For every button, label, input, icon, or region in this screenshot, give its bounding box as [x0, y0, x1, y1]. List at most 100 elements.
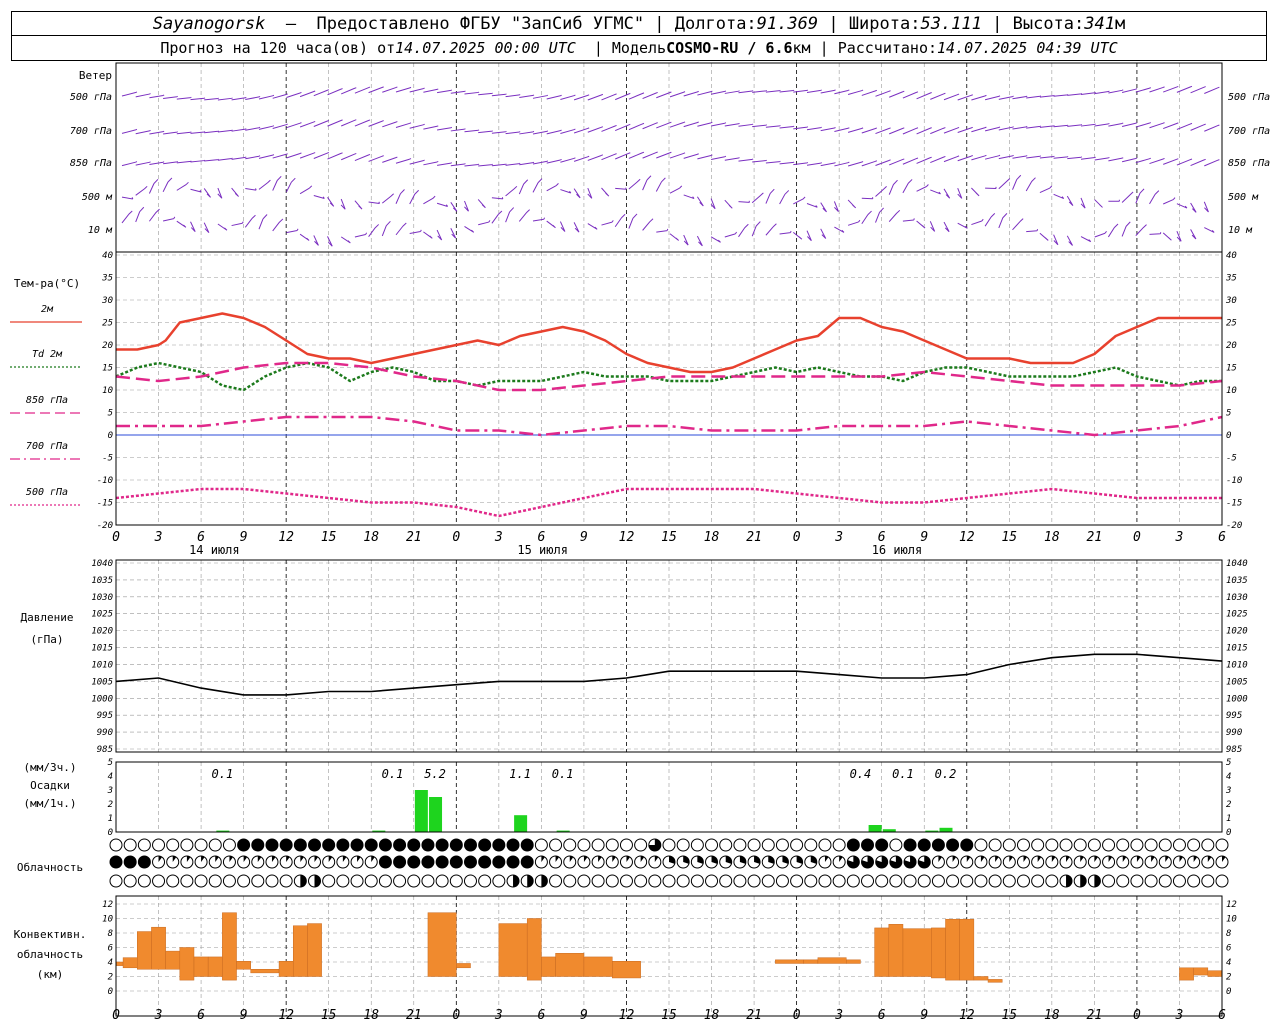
wind-barb — [587, 187, 593, 199]
wind-barb — [176, 96, 192, 100]
wind-barb — [779, 161, 795, 165]
wind-barb — [765, 160, 781, 164]
convective-bar — [278, 961, 294, 977]
cloud-symbol-fill — [300, 875, 307, 887]
wind-barb — [820, 228, 827, 239]
wind-barb — [1053, 193, 1065, 200]
wind-barb — [834, 89, 850, 95]
x-tick-label: 15 — [1001, 530, 1017, 545]
cloud-symbol — [378, 874, 392, 888]
wind-barb — [820, 89, 836, 94]
precip-bar — [939, 827, 953, 832]
x-tick-label: 3 — [834, 530, 843, 545]
convective-bar — [1193, 967, 1209, 976]
x-tick-label: 3 — [154, 530, 163, 545]
y-tick-label-right: 0 — [1226, 431, 1231, 441]
wind-barb — [135, 185, 148, 196]
cloud-symbol — [549, 838, 563, 852]
wind-barb — [1204, 159, 1220, 167]
cloud-symbol — [591, 874, 605, 888]
wind-barb — [587, 93, 604, 101]
wind-barb — [971, 126, 987, 133]
cloud-symbol — [761, 838, 775, 852]
wind-barb — [1190, 158, 1206, 167]
cloud-symbol — [818, 874, 832, 888]
wind-barb — [738, 223, 749, 238]
cloud-symbol-fill — [960, 839, 973, 851]
cloud-symbol — [1144, 874, 1158, 888]
cloud-symbol — [619, 838, 633, 852]
wind-barb — [985, 186, 997, 189]
wind-barb — [423, 125, 439, 130]
y-tick-label-left: 995 — [97, 711, 113, 721]
wind-barb — [505, 131, 521, 135]
cloud-symbol — [534, 838, 548, 852]
cloud-symbol-fill — [393, 839, 406, 851]
legend-label: 700 гПа — [26, 441, 68, 452]
wind-barb — [491, 210, 503, 224]
x-tick-label: 9 — [580, 530, 588, 545]
cloud-symbol — [435, 874, 449, 888]
convective-bar — [122, 957, 138, 969]
cloud-symbol — [1215, 874, 1229, 888]
convective-bar — [307, 923, 322, 977]
wind-barb — [573, 155, 590, 162]
wind-barb — [231, 187, 239, 197]
wind-barb — [1149, 232, 1162, 235]
cloud-symbol — [1130, 874, 1144, 888]
cloud-symbol — [1073, 838, 1087, 852]
cloud-symbol — [761, 874, 775, 888]
wind-barb — [738, 123, 754, 127]
wind-barb — [368, 224, 380, 237]
wind-barb — [847, 89, 864, 96]
wind-barb — [957, 188, 963, 199]
wind-barb — [272, 218, 284, 232]
wind-barb — [888, 179, 898, 195]
cloud-symbol — [974, 874, 988, 888]
wind-barb — [573, 188, 581, 199]
wind-barb — [628, 151, 645, 159]
wind-barb — [354, 119, 371, 127]
wind-barb — [204, 97, 220, 101]
wind-barb — [368, 86, 384, 94]
cloud-symbol-fill — [436, 839, 449, 851]
wind-barb — [491, 130, 507, 134]
wind-barb — [930, 92, 946, 100]
y-tick-label-left: 1000 — [91, 694, 113, 704]
precip-total-label: 0.4 — [850, 767, 872, 781]
convective-bar — [1207, 970, 1223, 977]
cloud-symbol-fill — [436, 856, 449, 868]
wind-barb — [1108, 157, 1124, 162]
wind-barb — [943, 221, 950, 233]
wind-level-label-right: 700 гПа — [1228, 126, 1270, 137]
cloud-symbol — [690, 874, 704, 888]
wind-barb — [696, 235, 703, 247]
cloud-symbol — [648, 874, 662, 888]
wind-barb — [203, 188, 211, 198]
cloud-symbol — [364, 874, 378, 888]
y-tick-label-left: 4 — [108, 772, 113, 782]
wind-barb — [628, 92, 645, 100]
wind-barb — [1026, 155, 1042, 159]
convective-bar — [959, 918, 975, 981]
wind-barb — [984, 154, 1001, 160]
wind-barb — [176, 181, 189, 191]
x-tick-label: 18 — [1044, 530, 1060, 545]
wind-barb — [409, 123, 425, 129]
y-tick-label-right: 1035 — [1226, 576, 1248, 586]
wind-barb — [751, 221, 761, 237]
cloud-symbol — [1130, 838, 1144, 852]
wind-barb — [450, 90, 466, 94]
wind-barb — [628, 178, 641, 190]
wind-barb — [984, 213, 996, 227]
wind-barb — [806, 203, 818, 208]
wind-barb — [163, 95, 178, 100]
y-tick-label-right: 5 — [1226, 758, 1231, 768]
wind-barb — [327, 119, 343, 127]
wind-barb — [217, 223, 228, 231]
wind-barb — [121, 128, 138, 134]
wind-barb — [792, 232, 803, 240]
cloud-symbol — [549, 874, 563, 888]
cloud-symbol — [619, 874, 633, 888]
y-tick-label-left: 3 — [107, 786, 113, 796]
